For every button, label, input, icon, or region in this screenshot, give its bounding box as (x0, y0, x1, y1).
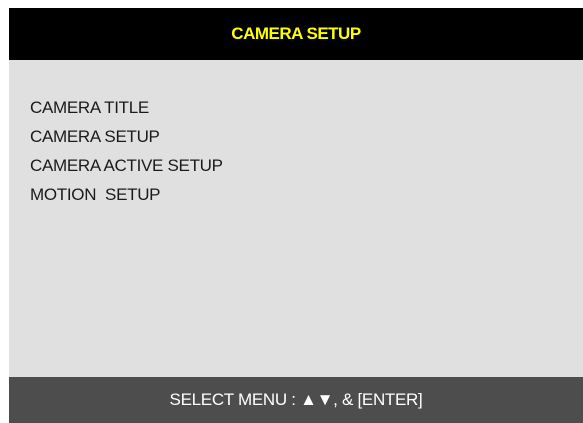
menu-item-camera-active-setup[interactable]: CAMERA ACTIVE SETUP (30, 151, 223, 180)
camera-setup-osd-window: CAMERA SETUP CAMERA TITLE CAMERA SETUP C… (9, 8, 583, 423)
osd-header-bar: CAMERA SETUP (9, 8, 583, 60)
navigation-hint: SELECT MENU : ▲▼, & [ENTER] (169, 390, 423, 409)
osd-title: CAMERA SETUP (231, 24, 361, 43)
osd-menu-list: CAMERA TITLE CAMERA SETUP CAMERA ACTIVE … (30, 93, 223, 209)
osd-footer-bar: SELECT MENU : ▲▼, & [ENTER] (9, 377, 583, 423)
menu-item-camera-title[interactable]: CAMERA TITLE (30, 93, 223, 122)
menu-item-camera-setup[interactable]: CAMERA SETUP (30, 122, 223, 151)
menu-item-motion-setup[interactable]: MOTION SETUP (30, 180, 223, 209)
